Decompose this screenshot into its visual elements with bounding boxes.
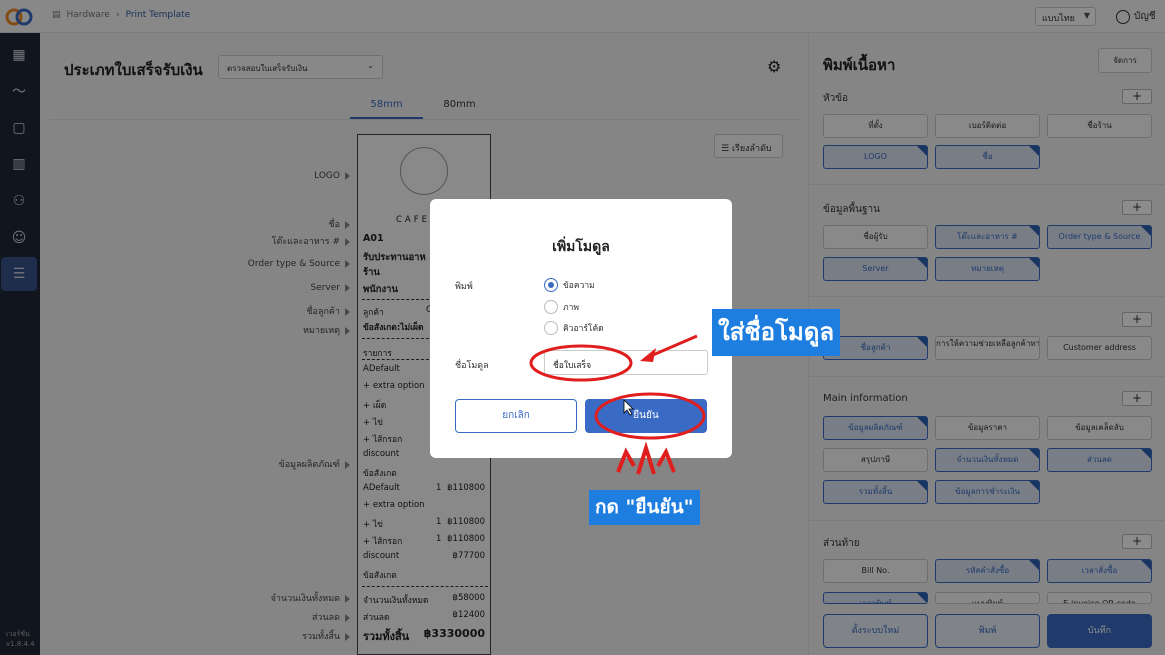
radio-unchecked-icon <box>544 321 558 335</box>
radio-qrcode-label: คิวอาร์โค้ด <box>563 324 604 334</box>
radio-text[interactable]: ข้อความ <box>544 278 595 292</box>
radio-image[interactable]: ภาพ <box>544 300 579 314</box>
callout-enter-name: ใส่ชื่อโมดูล <box>712 309 841 356</box>
module-name-input[interactable]: ชื่อใบเสร็จ <box>544 350 708 375</box>
cancel-button[interactable]: ยกเลิก <box>455 399 577 433</box>
dialog-title: เพิ่มโมดูล <box>552 239 610 255</box>
module-name-label: ชื่อโมดูล <box>455 361 489 371</box>
radio-unchecked-icon <box>544 300 558 314</box>
type-label: พิมพ์ <box>455 282 473 292</box>
radio-image-label: ภาพ <box>563 303 579 313</box>
radio-qrcode[interactable]: คิวอาร์โค้ด <box>544 321 604 335</box>
confirm-button[interactable]: ยืนยัน <box>585 399 707 433</box>
radio-text-label: ข้อความ <box>563 281 595 291</box>
callout-press-confirm: กด "ยืนยัน" <box>589 490 700 525</box>
add-module-dialog: เพิ่มโมดูล พิมพ์ ข้อความ ภาพ คิวอาร์โค้ด… <box>430 199 732 458</box>
radio-checked-icon <box>544 278 558 292</box>
